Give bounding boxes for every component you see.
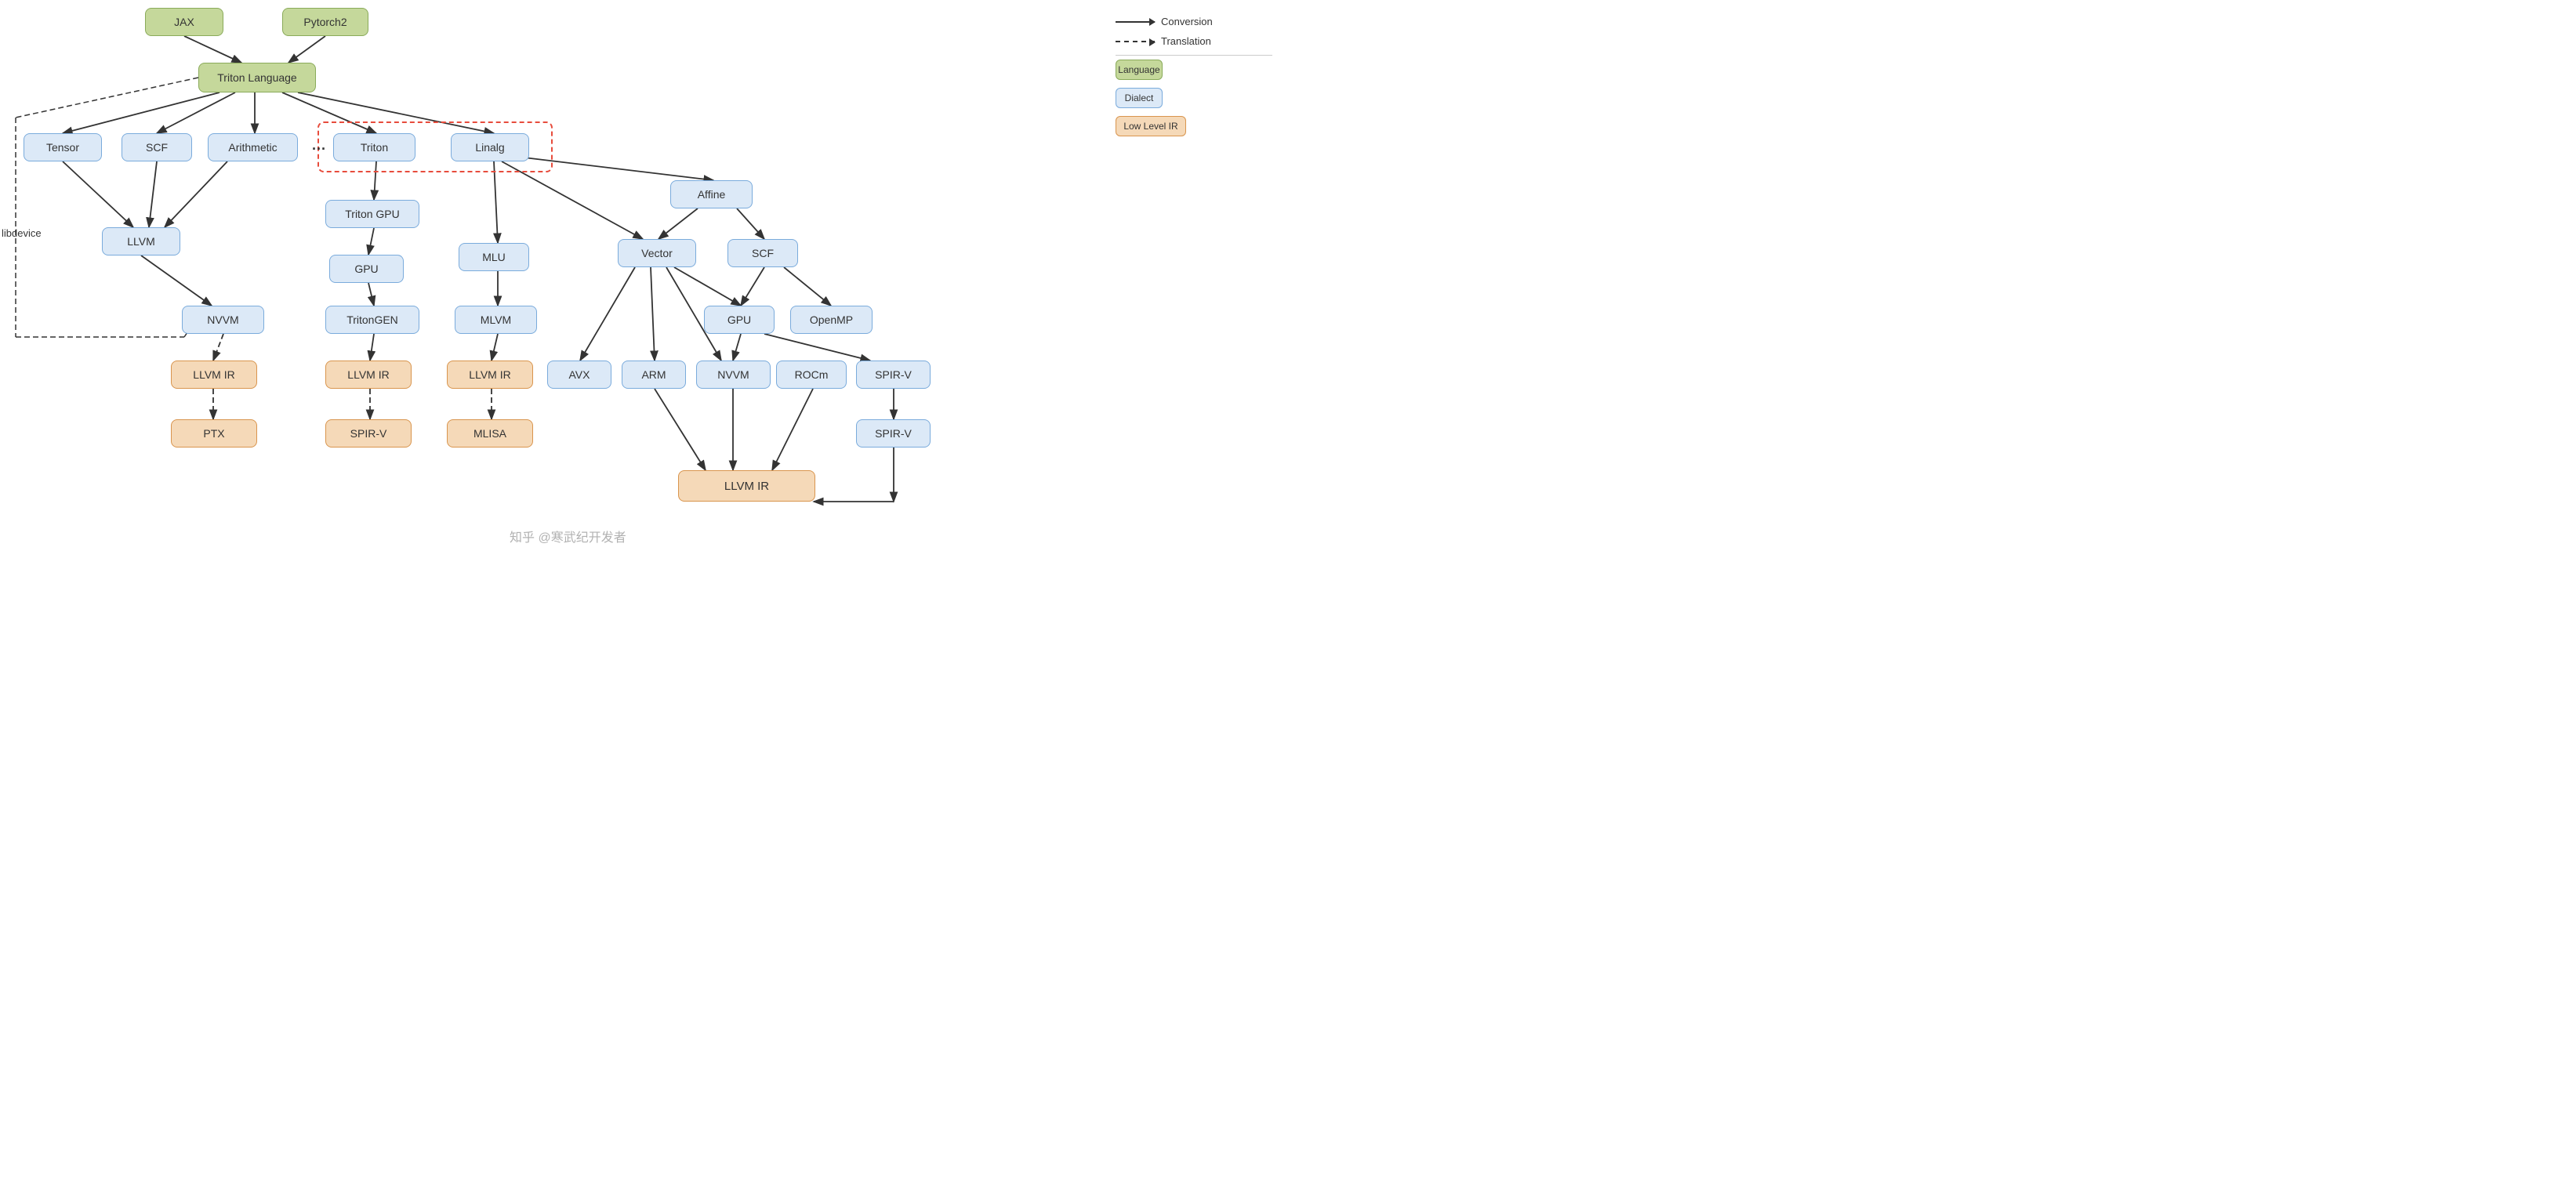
node-tritongen: TritonGEN xyxy=(325,306,419,334)
node-ptx: PTX xyxy=(171,419,257,448)
node-avx: AVX xyxy=(547,361,611,389)
legend-translation-label: Translation xyxy=(1161,35,1211,47)
node-jax: JAX xyxy=(145,8,223,36)
node-llvmir-tritongen: LLVM IR xyxy=(325,361,412,389)
node-triton-language: Triton Language xyxy=(198,63,316,92)
node-spirv-top-right: SPIR-V xyxy=(856,419,931,448)
legend: Conversion Translation Language Dialect … xyxy=(1116,16,1272,144)
node-triton: Triton xyxy=(333,133,415,161)
node-llvmir-nvvm: LLVM IR xyxy=(171,361,257,389)
arrows-svg xyxy=(0,0,1176,592)
libdevice-label: libdevice xyxy=(2,227,42,239)
node-pytorch2: Pytorch2 xyxy=(282,8,368,36)
diagram-container: JAX Pytorch2 Triton Language Tensor SCF … xyxy=(0,0,1176,592)
legend-language: Language xyxy=(1116,60,1272,80)
node-nvvm-right: NVVM xyxy=(696,361,771,389)
node-openmp: OpenMP xyxy=(790,306,873,334)
node-linalg: Linalg xyxy=(451,133,529,161)
node-spirv-mid: SPIR-V xyxy=(325,419,412,448)
dots-label: ··· xyxy=(312,141,326,158)
watermark: 知乎 @寒武纪开发者 xyxy=(510,527,626,545)
legend-translation: Translation xyxy=(1116,35,1272,47)
node-llvm-left: LLVM xyxy=(102,227,180,255)
node-scf: SCF xyxy=(122,133,192,161)
legend-conversion-label: Conversion xyxy=(1161,16,1213,27)
node-tensor: Tensor xyxy=(24,133,102,161)
node-arm: ARM xyxy=(622,361,686,389)
node-rocm: ROCm xyxy=(776,361,847,389)
node-llvmir-mlu: LLVM IR xyxy=(447,361,533,389)
node-mlu: MLU xyxy=(459,243,529,271)
node-spirv-right: SPIR-V xyxy=(856,361,931,389)
node-mlvm: MLVM xyxy=(455,306,537,334)
node-gpu-right: GPU xyxy=(704,306,775,334)
node-mlisa: MLISA xyxy=(447,419,533,448)
node-arithmetic: Arithmetic xyxy=(208,133,298,161)
legend-low-level-ir: Low Level IR xyxy=(1116,116,1272,136)
legend-conversion: Conversion xyxy=(1116,16,1272,27)
node-scf-right: SCF xyxy=(727,239,798,267)
node-triton-gpu: Triton GPU xyxy=(325,200,419,228)
node-vector: Vector xyxy=(618,239,696,267)
node-nvvm-left: NVVM xyxy=(182,306,264,334)
node-llvmir-bottom: LLVM IR xyxy=(678,470,815,502)
node-affine: Affine xyxy=(670,180,753,208)
node-gpu-mid: GPU xyxy=(329,255,404,283)
legend-dialect: Dialect xyxy=(1116,88,1272,108)
